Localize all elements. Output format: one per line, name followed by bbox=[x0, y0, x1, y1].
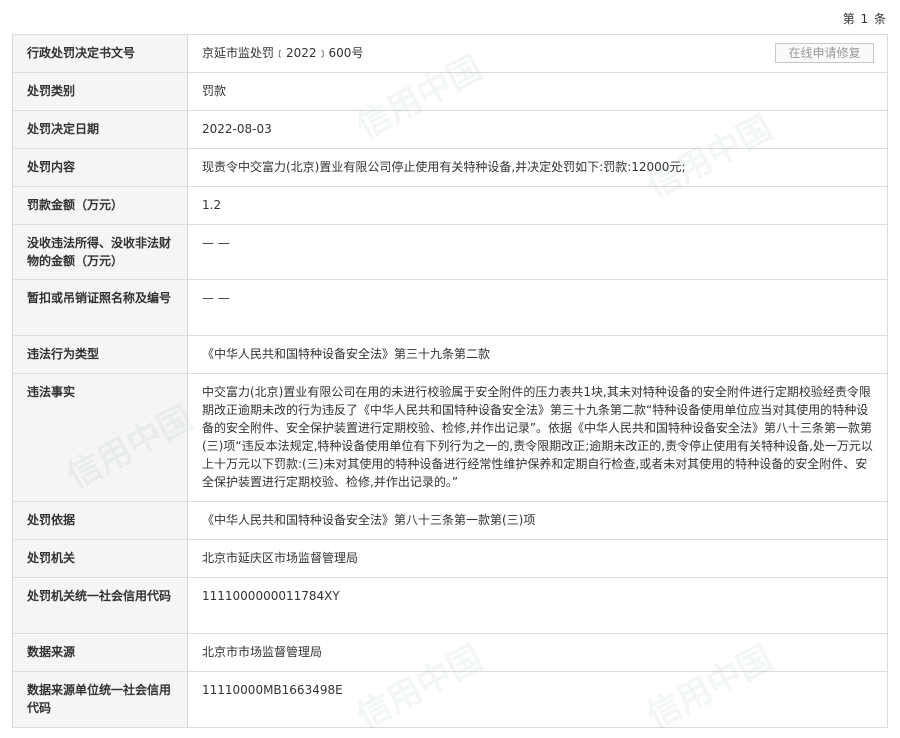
page-indicator: 第 1 条 bbox=[842, 12, 887, 26]
table-row-authority-credit-code: 处罚机关统一社会信用代码 1111000000011784XY bbox=[13, 578, 887, 634]
row-value: 1111000000011784XY bbox=[202, 589, 340, 603]
table-row-penalty-type: 处罚类别 罚款 bbox=[13, 73, 887, 111]
row-label: 处罚依据 bbox=[13, 502, 188, 539]
row-value: 11110000MB1663498E bbox=[202, 683, 343, 697]
row-value: — — bbox=[202, 291, 230, 305]
row-label: 处罚决定日期 bbox=[13, 111, 188, 148]
row-value: 2022-08-03 bbox=[202, 122, 272, 136]
row-value: 罚款 bbox=[202, 84, 227, 98]
row-value: 1.2 bbox=[202, 198, 222, 212]
table-row-violation-facts: 违法事实 中交富力(北京)置业有限公司在用的未进行校验属于安全附件的压力表共1块… bbox=[13, 374, 887, 502]
row-label: 处罚类别 bbox=[13, 73, 188, 110]
row-label: 行政处罚决定书文号 bbox=[13, 35, 188, 72]
row-label: 没收违法所得、没收非法财物的金额（万元） bbox=[13, 225, 188, 279]
row-label: 数据来源 bbox=[13, 634, 188, 671]
table-row-fine-amount: 罚款金额（万元） 1.2 bbox=[13, 187, 887, 225]
row-value: 《中华人民共和国特种设备安全法》第八十三条第一款第(三)项 bbox=[202, 513, 536, 527]
row-value: 《中华人民共和国特种设备安全法》第三十九条第二款 bbox=[202, 347, 491, 361]
row-label: 罚款金额（万元） bbox=[13, 187, 188, 224]
penalty-detail-table: 行政处罚决定书文号 京延市监处罚﹝2022﹞600号 在线申请修复 处罚类别 罚… bbox=[12, 34, 888, 728]
row-label: 违法行为类型 bbox=[13, 336, 188, 373]
row-value: 北京市延庆区市场监督管理局 bbox=[202, 551, 359, 565]
row-label: 处罚机关统一社会信用代码 bbox=[13, 578, 188, 633]
table-row-data-source: 数据来源 北京市市场监督管理局 bbox=[13, 634, 887, 672]
row-label: 处罚内容 bbox=[13, 149, 188, 186]
page-header: 第 1 条 bbox=[0, 0, 900, 34]
table-row-document-number: 行政处罚决定书文号 京延市监处罚﹝2022﹞600号 在线申请修复 bbox=[13, 35, 887, 73]
row-value: — — bbox=[202, 236, 230, 250]
row-label: 处罚机关 bbox=[13, 540, 188, 577]
table-row-decision-date: 处罚决定日期 2022-08-03 bbox=[13, 111, 887, 149]
row-label: 违法事实 bbox=[13, 374, 188, 501]
row-label: 数据来源单位统一社会信用代码 bbox=[13, 672, 188, 727]
row-value: 现责令中交富力(北京)置业有限公司停止使用有关特种设备,并决定处罚如下:罚款:1… bbox=[202, 160, 686, 174]
table-row-penalty-content: 处罚内容 现责令中交富力(北京)置业有限公司停止使用有关特种设备,并决定处罚如下… bbox=[13, 149, 887, 187]
table-row-penalty-basis: 处罚依据 《中华人民共和国特种设备安全法》第八十三条第一款第(三)项 bbox=[13, 502, 887, 540]
table-row-penalty-authority: 处罚机关 北京市延庆区市场监督管理局 bbox=[13, 540, 887, 578]
online-repair-button[interactable]: 在线申请修复 bbox=[775, 43, 874, 63]
row-value: 北京市市场监督管理局 bbox=[202, 645, 323, 659]
row-label: 暂扣或吊销证照名称及编号 bbox=[13, 280, 188, 335]
row-value: 中交富力(北京)置业有限公司在用的未进行校验属于安全附件的压力表共1块,其未对特… bbox=[202, 385, 873, 489]
table-row-confiscation-amount: 没收违法所得、没收非法财物的金额（万元） — — bbox=[13, 225, 887, 280]
table-row-violation-type: 违法行为类型 《中华人民共和国特种设备安全法》第三十九条第二款 bbox=[13, 336, 887, 374]
table-row-license-revocation: 暂扣或吊销证照名称及编号 — — bbox=[13, 280, 887, 336]
table-row-source-credit-code: 数据来源单位统一社会信用代码 11110000MB1663498E bbox=[13, 672, 887, 728]
